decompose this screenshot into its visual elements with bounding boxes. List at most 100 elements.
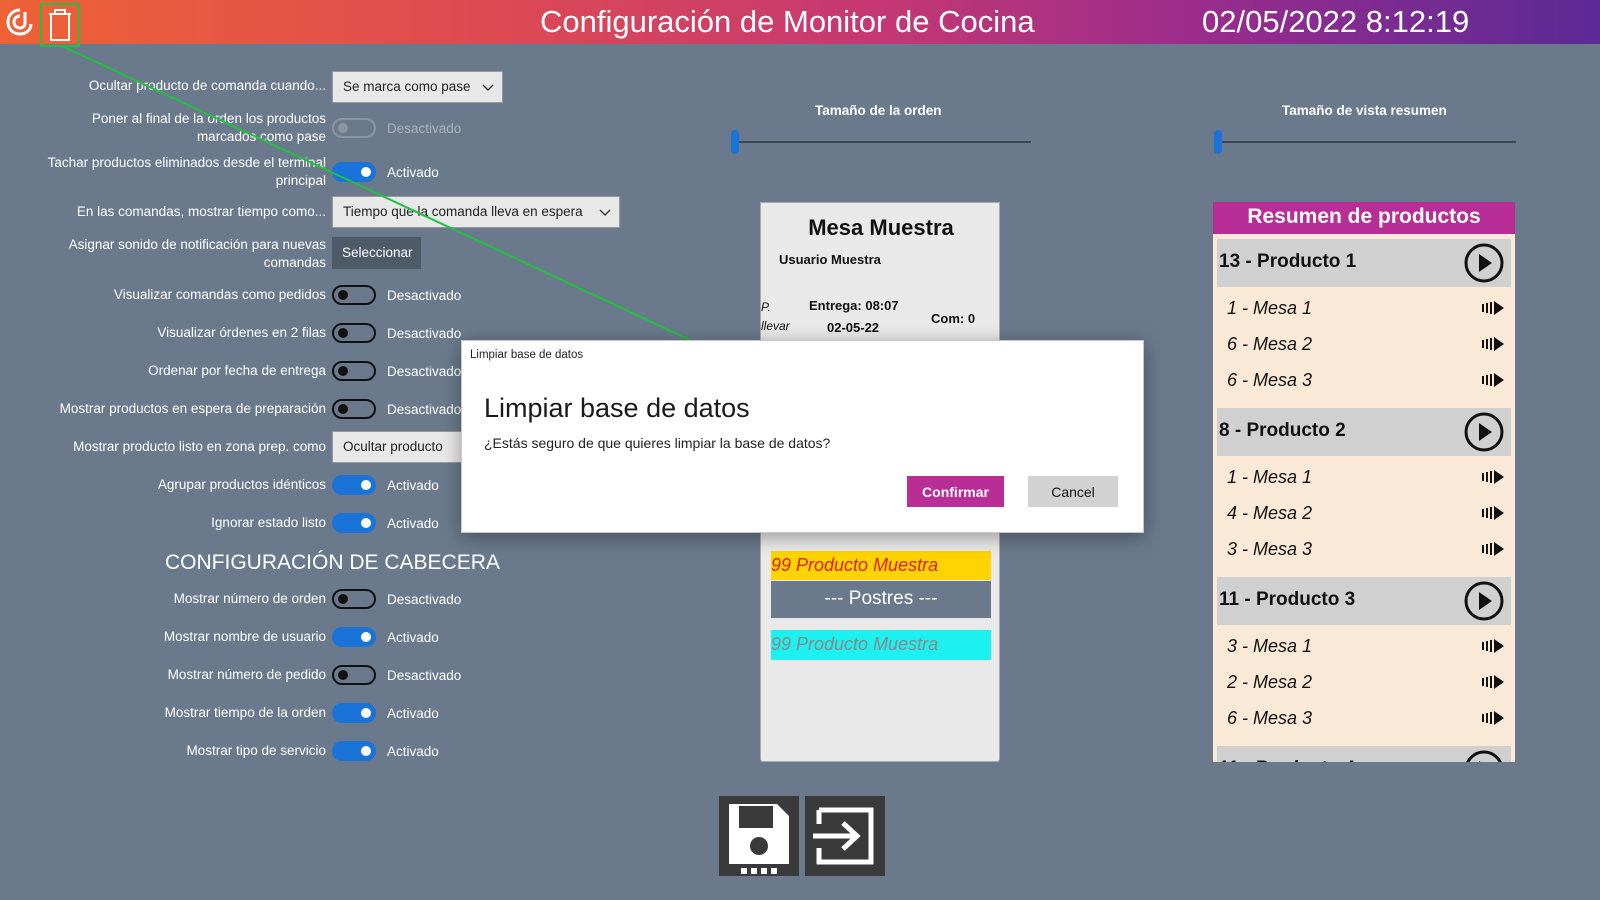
forward-arrows-icon[interactable] xyxy=(1481,638,1505,654)
forward-arrows-icon[interactable] xyxy=(1481,505,1505,521)
ready-zone-label: Mostrar producto listo en zona prep. com… xyxy=(73,439,326,454)
summary-product-header: 13 - Producto 1 xyxy=(1217,239,1511,287)
as-orders-toggle[interactable] xyxy=(332,285,376,305)
summary-row-text: 3 - Mesa 1 xyxy=(1227,636,1313,656)
summary-row: 3 - Mesa 1 xyxy=(1227,629,1511,665)
order-size-slider-track[interactable] xyxy=(733,141,1031,143)
sort-delivery-state: Desactivado xyxy=(387,364,462,379)
summary-row: 6 - Mesa 3 xyxy=(1227,363,1511,399)
clear-database-button[interactable] xyxy=(40,3,80,47)
play-circle-icon[interactable] xyxy=(1464,243,1504,283)
app-header: Configuración de Monitor de Cocina 02/05… xyxy=(0,0,1600,47)
strike-deleted-label-line2: principal xyxy=(275,173,326,188)
summary-row: 2 - Mesa 2 xyxy=(1227,665,1511,701)
summary-size-slider-track[interactable] xyxy=(1216,141,1516,143)
order-number-label: Mostrar número de orden xyxy=(173,591,326,606)
hide-product-label: Ocultar producto de comanda cuando... xyxy=(88,78,326,93)
order-item: 99 Producto Muestra xyxy=(771,630,991,660)
service-type-label: Mostrar tipo de servicio xyxy=(186,743,326,758)
user-name-label: Mostrar nombre de usuario xyxy=(163,629,326,644)
summary-product-header: 8 - Producto 2 xyxy=(1217,408,1511,456)
as-orders-state: Desactivado xyxy=(387,288,462,303)
move-to-end-label-line2: marcados como pase xyxy=(196,129,326,144)
order-time-label: Mostrar tiempo de la orden xyxy=(164,705,326,720)
order-service-line2: llevar xyxy=(761,319,790,333)
strike-deleted-toggle[interactable] xyxy=(332,162,376,182)
save-button[interactable] xyxy=(719,796,799,876)
strike-deleted-state: Activado xyxy=(387,165,439,180)
group-identical-toggle[interactable] xyxy=(332,475,376,495)
chevron-down-icon xyxy=(599,209,611,216)
forward-arrows-icon[interactable] xyxy=(1481,336,1505,352)
show-time-dropdown[interactable]: Tiempo que la comanda lleva en espera xyxy=(332,196,620,228)
summary-row: 6 - Mesa 2 xyxy=(1227,327,1511,363)
order-time-toggle[interactable] xyxy=(332,703,376,723)
summary-size-slider-thumb[interactable] xyxy=(1214,130,1222,154)
sound-label-line1: Asignar sonido de notificación para nuev… xyxy=(68,237,326,252)
order-number-toggle[interactable] xyxy=(332,589,376,609)
order-size-slider-thumb[interactable] xyxy=(731,130,739,154)
move-to-end-label: Poner al final de la orden los productos… xyxy=(92,110,326,146)
play-circle-icon[interactable] xyxy=(1464,581,1504,621)
chevron-down-icon xyxy=(482,84,494,91)
forward-arrows-icon[interactable] xyxy=(1481,372,1505,388)
order-date: 02-05-22 xyxy=(827,320,880,335)
request-number-label: Mostrar número de pedido xyxy=(167,667,326,682)
show-waiting-label: Mostrar productos en espera de preparaci… xyxy=(59,401,326,416)
forward-arrows-icon[interactable] xyxy=(1481,469,1505,485)
forward-arrows-icon[interactable] xyxy=(1481,710,1505,726)
datetime-display: 02/05/2022 8:12:19 xyxy=(1202,4,1470,39)
ignore-ready-state: Activado xyxy=(387,516,439,531)
logo-icon xyxy=(6,8,33,36)
group-identical-state: Activado xyxy=(387,478,439,493)
hide-product-dropdown[interactable]: Se marca como pase xyxy=(332,71,503,103)
sort-delivery-toggle[interactable] xyxy=(332,361,376,381)
service-type-toggle[interactable] xyxy=(332,741,376,761)
user-name-state: Activado xyxy=(387,630,439,645)
cancel-button[interactable]: Cancel xyxy=(1028,476,1118,507)
summary-product-name: 8 - Producto 2 xyxy=(1219,420,1346,441)
summary-row-text: 3 - Mesa 3 xyxy=(1227,539,1313,559)
request-number-toggle[interactable] xyxy=(332,665,376,685)
move-to-end-toggle[interactable] xyxy=(332,118,376,138)
sound-label-line2: comandas xyxy=(263,255,326,270)
clear-database-dialog: Limpiar base de datos Limpiar base de da… xyxy=(461,340,1144,533)
play-circle-icon[interactable] xyxy=(1464,412,1504,452)
order-delivery-time: Entrega: 08:07 xyxy=(809,298,899,313)
sound-label: Asignar sonido de notificación para nuev… xyxy=(69,236,326,272)
summary-product-header: 11 - Producto 4 xyxy=(1217,746,1511,762)
select-sound-button[interactable]: Seleccionar xyxy=(332,237,421,269)
two-rows-toggle[interactable] xyxy=(332,323,376,343)
save-icon xyxy=(729,804,789,874)
forward-arrows-icon[interactable] xyxy=(1481,674,1505,690)
summary-row-text: 1 - Mesa 1 xyxy=(1227,298,1313,318)
ignore-ready-toggle[interactable] xyxy=(332,513,376,533)
forward-arrows-icon[interactable] xyxy=(1481,541,1505,557)
show-waiting-state: Desactivado xyxy=(387,402,462,417)
as-orders-label: Visualizar comandas como pedidos xyxy=(113,287,326,302)
dialog-caption: Limpiar base de datos xyxy=(470,349,584,361)
summary-panel: Resumen de productos 13 - Producto 1 1 - … xyxy=(1213,202,1515,762)
play-circle-icon[interactable] xyxy=(1464,750,1504,762)
show-time-label: En las comandas, mostrar tiempo como... xyxy=(76,204,326,219)
summary-row: 3 - Mesa 3 xyxy=(1227,532,1511,568)
trash-icon xyxy=(49,9,71,41)
summary-row-text: 6 - Mesa 2 xyxy=(1227,334,1313,354)
summary-product-name: 11 - Producto 4 xyxy=(1219,758,1355,762)
exit-button[interactable] xyxy=(805,796,885,876)
summary-size-label: Tamaño de vista resumen xyxy=(1282,103,1447,118)
move-to-end-state: Desactivado xyxy=(387,121,462,136)
summary-row-text: 1 - Mesa 1 xyxy=(1227,467,1313,487)
summary-product-name: 11 - Producto 3 xyxy=(1219,589,1356,610)
summary-row: 4 - Mesa 2 xyxy=(1227,496,1511,532)
user-name-toggle[interactable] xyxy=(332,627,376,647)
service-type-state: Activado xyxy=(387,744,439,759)
hide-product-value: Se marca como pase xyxy=(343,79,471,94)
page-title: Configuración de Monitor de Cocina xyxy=(540,4,1035,39)
summary-row-text: 6 - Mesa 3 xyxy=(1227,370,1313,390)
show-waiting-toggle[interactable] xyxy=(332,399,376,419)
two-rows-label: Visualizar órdenes en 2 filas xyxy=(157,325,326,340)
order-com-count: Com: 0 xyxy=(931,311,976,326)
confirm-button[interactable]: Confirmar xyxy=(907,476,1004,507)
forward-arrows-icon[interactable] xyxy=(1481,300,1505,316)
